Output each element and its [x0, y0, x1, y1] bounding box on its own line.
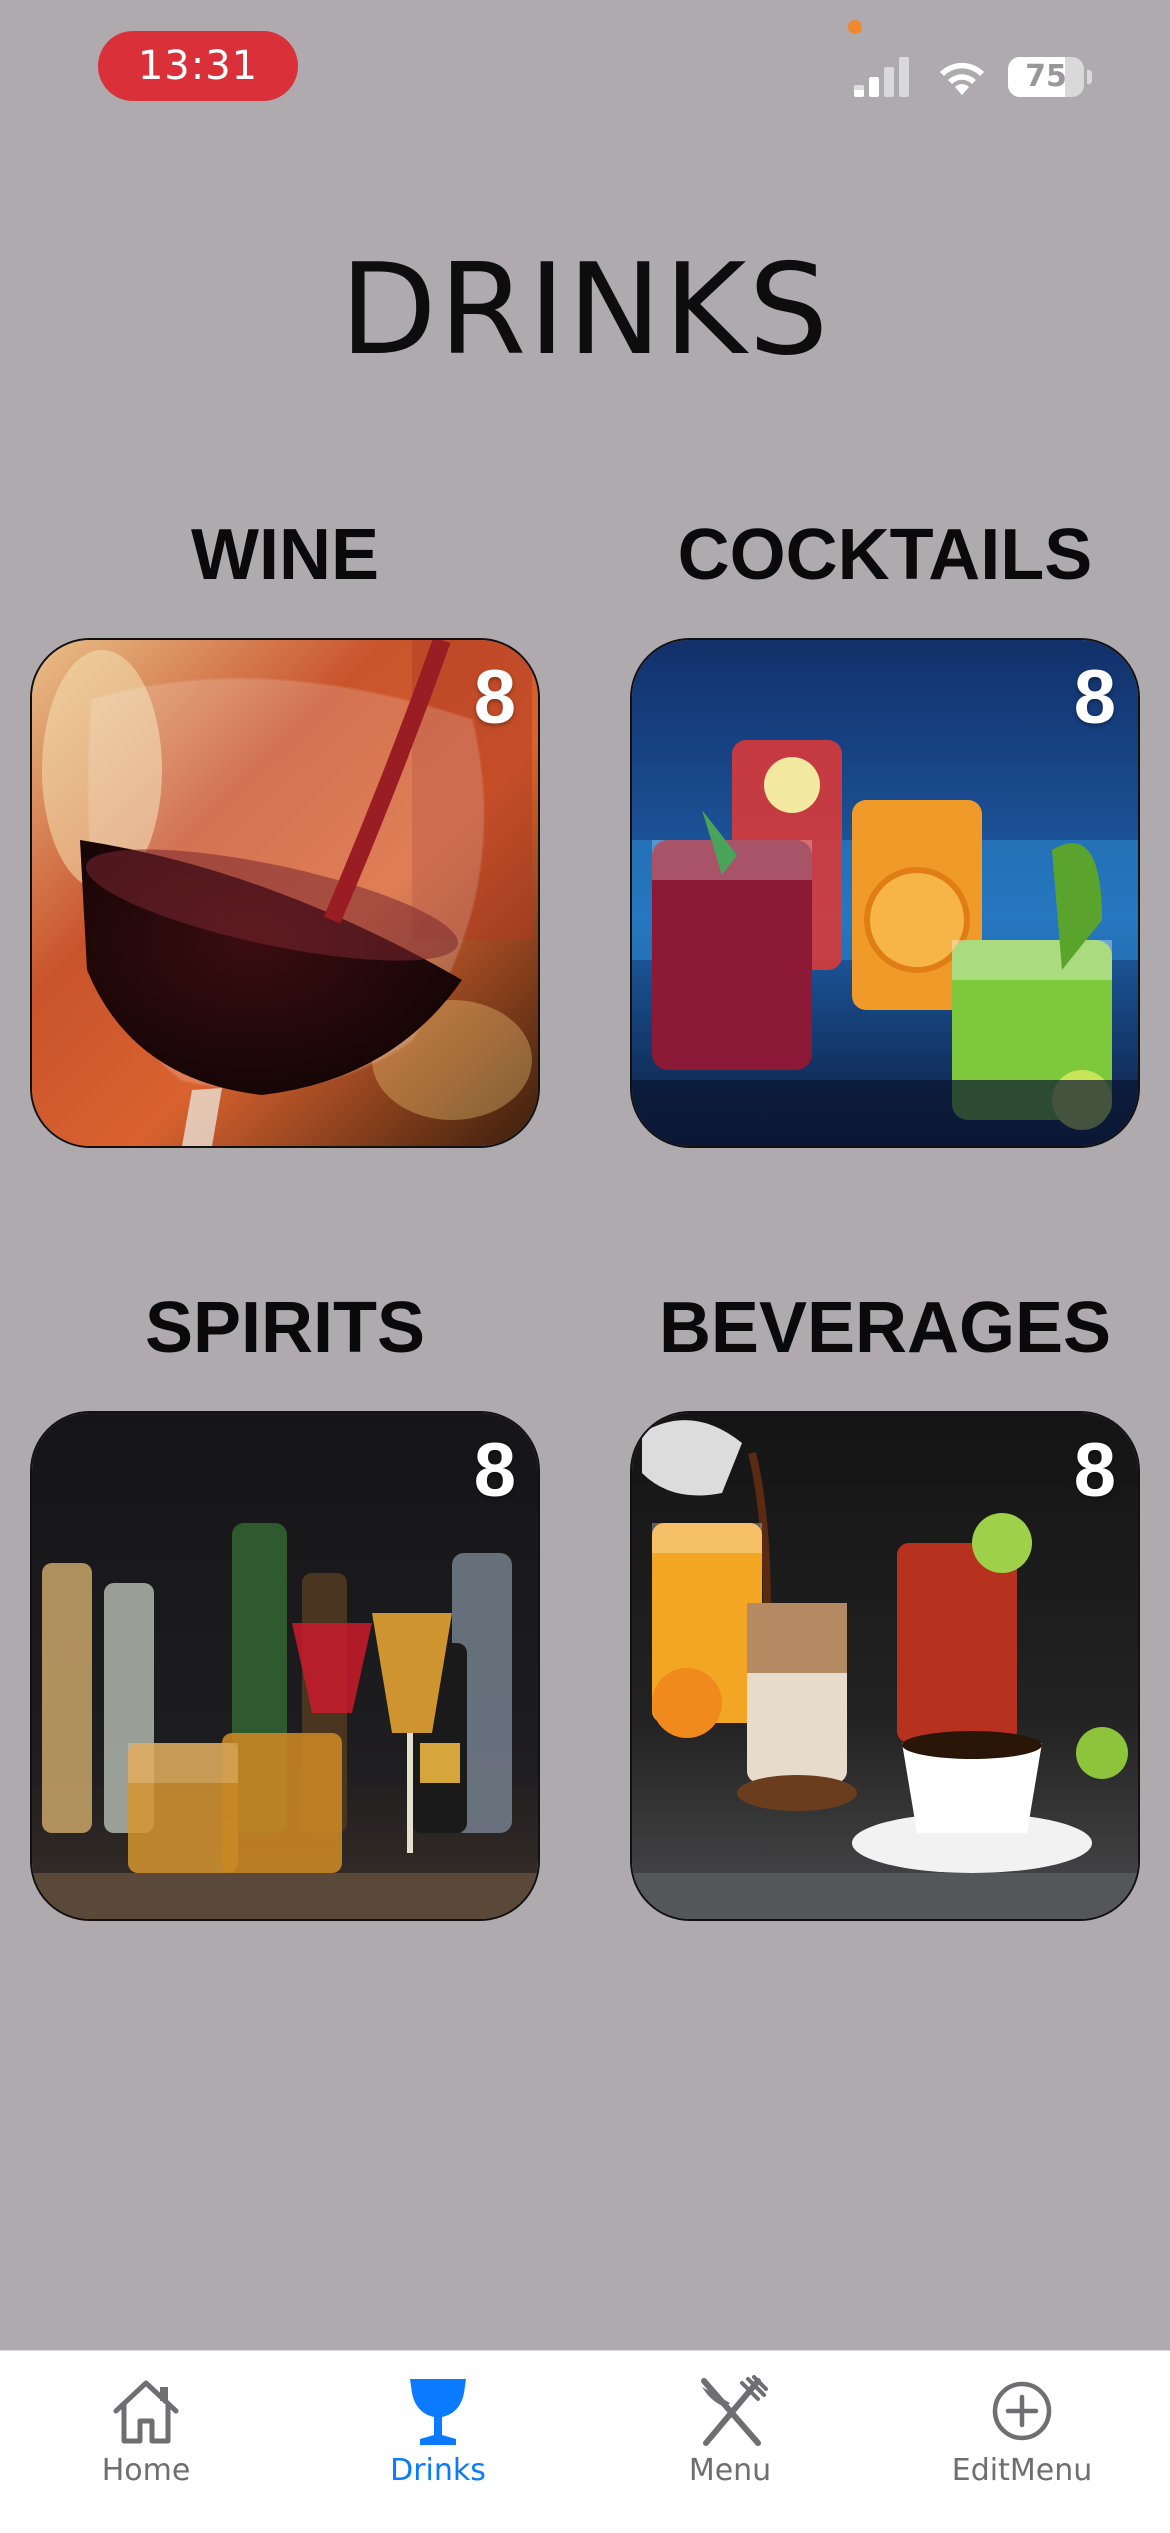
privacy-indicator-dot: [848, 20, 862, 34]
battery-indicator: 75: [1008, 57, 1092, 97]
spirits-bottles-photo: [32, 1413, 538, 1919]
category-title-spirits: SPIRITS: [144, 1288, 426, 1368]
category-count-cocktails: 8: [1073, 655, 1116, 740]
fork-knife-icon: [701, 2375, 768, 2446]
cellular-signal-icon: [854, 57, 909, 97]
category-count-spirits: 8: [473, 1428, 516, 1513]
category-count-wine: 8: [473, 655, 516, 740]
tab-bar: Home Drinks Menu EditMenu: [0, 2350, 1170, 2533]
plus-circle-icon: [992, 2381, 1052, 2441]
house-icon: [113, 2380, 179, 2444]
cocktails-image[interactable]: 8: [630, 638, 1140, 1148]
wifi-icon: [940, 62, 984, 95]
status-time[interactable]: 13:31: [98, 31, 298, 101]
page-title: DRINKS: [339, 236, 831, 383]
tab-menu-label: Menu: [688, 2453, 772, 2488]
category-title-cocktails: COCKTAILS: [677, 515, 1093, 595]
beverages-image[interactable]: 8: [630, 1411, 1140, 1921]
tab-drinks-label: Drinks: [390, 2453, 486, 2488]
tab-home[interactable]: Home: [0, 2373, 292, 2503]
tab-drinks[interactable]: Drinks: [292, 2373, 584, 2503]
category-title-wine: WINE: [191, 515, 379, 595]
coffee-juice-beverages-photo: [632, 1413, 1138, 1919]
wine-glass-icon: [410, 2379, 466, 2445]
tab-menu[interactable]: Menu: [584, 2373, 876, 2503]
category-card-wine[interactable]: WINE 8: [30, 510, 540, 1148]
status-bar: 13:31 75: [0, 0, 1170, 140]
cocktails-photo: [632, 640, 1138, 1146]
category-card-cocktails[interactable]: COCKTAILS 8: [630, 510, 1140, 1148]
battery-level-text: 75: [1025, 59, 1067, 94]
tab-editmenu-label: EditMenu: [951, 2453, 1093, 2488]
tab-home-label: Home: [101, 2453, 191, 2488]
spirits-image[interactable]: 8: [30, 1411, 540, 1921]
category-card-beverages[interactable]: BEVERAGES 8: [630, 1283, 1140, 1921]
category-card-spirits[interactable]: SPIRITS 8: [30, 1283, 540, 1921]
red-wine-glass-photo: [32, 640, 538, 1146]
category-title-beverages: BEVERAGES: [658, 1288, 1112, 1368]
tab-editmenu[interactable]: EditMenu: [876, 2373, 1168, 2503]
wine-image[interactable]: 8: [30, 638, 540, 1148]
category-count-beverages: 8: [1073, 1428, 1116, 1513]
